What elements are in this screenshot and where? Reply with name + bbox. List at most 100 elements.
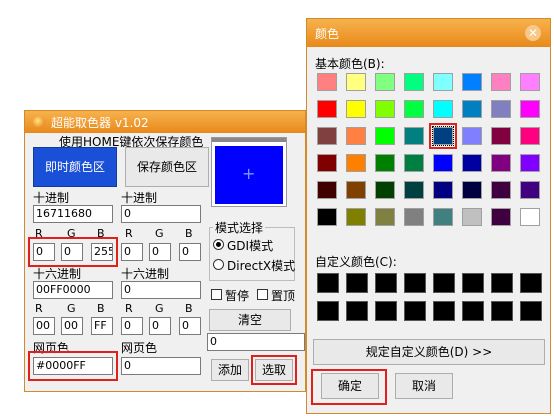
basic-color-swatch[interactable] [375, 154, 395, 172]
custom-color-swatch[interactable] [462, 301, 484, 321]
basic-color-swatch[interactable] [462, 127, 482, 145]
topmost-checkbox[interactable] [257, 289, 268, 300]
close-icon[interactable]: ✕ [525, 25, 541, 41]
custom-color-swatch[interactable] [404, 273, 426, 293]
basic-color-swatch[interactable] [346, 181, 366, 199]
basic-color-swatch[interactable] [462, 181, 482, 199]
pause-label: 暂停 [225, 289, 250, 303]
right-b-field[interactable]: 0 [179, 243, 201, 261]
saved-color-button[interactable]: 保存颜色区 [125, 147, 209, 187]
dialog-title: 颜色 [315, 27, 340, 41]
left-dec-field[interactable]: 16711680 [33, 205, 113, 223]
basic-color-swatch[interactable] [433, 208, 453, 226]
custom-color-swatch[interactable] [491, 273, 513, 293]
realtime-color-button[interactable]: 即时颜色区 [33, 147, 117, 187]
custom-color-swatch[interactable] [433, 301, 455, 321]
basic-color-swatch[interactable] [317, 100, 337, 118]
basic-color-swatch[interactable] [317, 181, 337, 199]
dialog-titlebar[interactable]: 颜色 ✕ [307, 19, 550, 47]
basic-color-swatch[interactable] [520, 154, 540, 172]
custom-color-swatch[interactable] [346, 273, 368, 293]
basic-color-swatch[interactable] [404, 100, 424, 118]
custom-colors-label: 自定义颜色(C): [315, 255, 397, 269]
basic-color-swatch[interactable] [491, 73, 511, 91]
preview-topbar [212, 138, 286, 142]
basic-color-swatch[interactable] [404, 181, 424, 199]
right-web-field[interactable]: 0 [121, 357, 201, 375]
custom-color-swatch[interactable] [375, 301, 397, 321]
basic-color-swatch[interactable] [491, 100, 511, 118]
right-g-field[interactable]: 0 [149, 243, 171, 261]
custom-color-swatch[interactable] [520, 301, 542, 321]
basic-color-swatch[interactable] [317, 73, 337, 91]
custom-color-swatch[interactable] [317, 273, 339, 293]
add-button[interactable]: 添加 [211, 359, 249, 381]
basic-color-swatch[interactable] [433, 154, 453, 172]
mode-group-label: 模式选择 [213, 219, 266, 236]
basic-color-swatch[interactable] [346, 127, 366, 145]
basic-color-swatch[interactable] [520, 127, 540, 145]
custom-color-swatch[interactable] [346, 301, 368, 321]
basic-color-swatch[interactable] [491, 181, 511, 199]
right-b2-field[interactable]: 0 [179, 317, 201, 335]
basic-color-swatch[interactable] [317, 127, 337, 145]
custom-color-swatch[interactable] [520, 273, 542, 293]
picker-title: 超能取色器 v1.02 [51, 116, 149, 130]
right-g2-field[interactable]: 0 [149, 317, 171, 335]
clear-button[interactable]: 清空 [209, 309, 291, 331]
basic-color-swatch[interactable] [317, 154, 337, 172]
basic-color-swatch[interactable] [462, 100, 482, 118]
basic-color-swatch[interactable] [375, 181, 395, 199]
basic-color-swatch[interactable] [520, 73, 540, 91]
basic-color-swatch[interactable] [404, 154, 424, 172]
picker-titlebar[interactable]: 超能取色器 v1.02 [25, 111, 305, 133]
side-value-field[interactable]: 0 [207, 333, 305, 351]
basic-color-swatch[interactable] [491, 127, 511, 145]
basic-color-swatch[interactable] [317, 208, 337, 226]
custom-color-swatch[interactable] [491, 301, 513, 321]
basic-color-swatch[interactable] [346, 208, 366, 226]
custom-color-swatch[interactable] [375, 273, 397, 293]
basic-color-swatch[interactable] [433, 100, 453, 118]
basic-color-swatch[interactable] [520, 208, 540, 226]
basic-color-swatch[interactable] [462, 208, 482, 226]
gdi-radio[interactable] [213, 239, 224, 250]
basic-color-swatch[interactable] [346, 100, 366, 118]
custom-color-swatch[interactable] [404, 301, 426, 321]
custom-color-swatch[interactable] [462, 273, 484, 293]
basic-color-swatch[interactable] [491, 208, 511, 226]
right-dec-field[interactable]: 0 [121, 205, 201, 223]
pause-checkbox[interactable] [211, 289, 222, 300]
basic-color-swatch[interactable] [433, 73, 453, 91]
basic-color-swatch[interactable] [375, 127, 395, 145]
define-custom-colors-button[interactable]: 规定自定义颜色(D) >> [313, 339, 545, 365]
basic-color-swatch[interactable] [375, 100, 395, 118]
basic-color-swatch[interactable] [375, 73, 395, 91]
basic-color-swatch[interactable] [346, 154, 366, 172]
basic-color-swatch[interactable] [375, 208, 395, 226]
custom-color-swatch[interactable] [317, 301, 339, 321]
left-r2-field[interactable]: 00 [33, 317, 55, 335]
directx-radio[interactable] [213, 259, 224, 270]
basic-color-swatch[interactable] [491, 154, 511, 172]
right-r2-field[interactable]: 0 [121, 317, 143, 335]
left-g2-field[interactable]: 00 [61, 317, 83, 335]
basic-color-swatch[interactable] [404, 127, 424, 145]
right-g-label: G [155, 227, 164, 240]
basic-color-swatch[interactable] [433, 181, 453, 199]
basic-color-swatch[interactable] [462, 73, 482, 91]
basic-color-swatch[interactable] [520, 100, 540, 118]
custom-color-swatch[interactable] [433, 273, 455, 293]
left-r2-label: R [35, 302, 43, 315]
cancel-button[interactable]: 取消 [395, 373, 453, 399]
basic-color-swatch[interactable] [520, 181, 540, 199]
basic-color-swatch[interactable] [346, 73, 366, 91]
basic-color-swatch[interactable] [404, 73, 424, 91]
right-hex-field[interactable]: 0 [121, 281, 201, 299]
basic-color-swatch[interactable] [462, 154, 482, 172]
left-hex-field[interactable]: 00FF0000 [33, 281, 113, 299]
basic-color-swatch[interactable] [404, 208, 424, 226]
left-b2-field[interactable]: FF [91, 317, 113, 335]
right-r-field[interactable]: 0 [121, 243, 143, 261]
preview-panel: + [211, 137, 287, 207]
